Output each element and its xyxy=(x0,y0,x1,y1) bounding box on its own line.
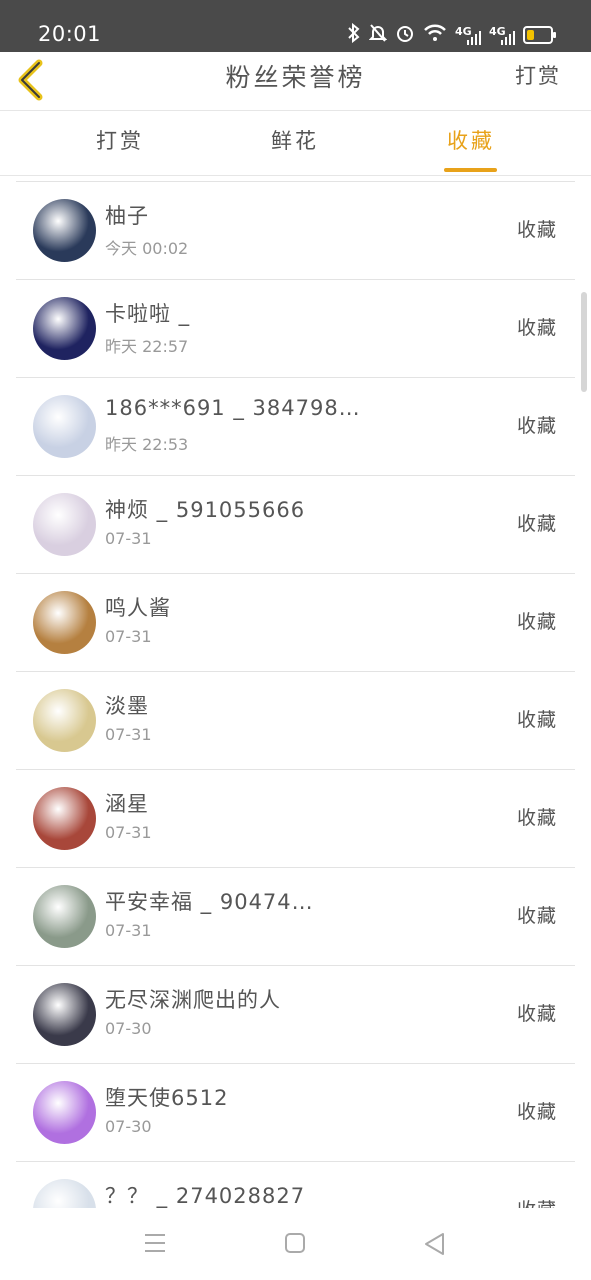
timestamp: 07-31 xyxy=(105,725,152,744)
avatar[interactable] xyxy=(33,591,96,654)
action-label: 收藏 xyxy=(516,611,557,633)
timestamp: 07-31 xyxy=(105,921,152,940)
list-item[interactable]: 鸣人酱 07-31 收藏 xyxy=(16,574,575,672)
timestamp: 昨天 22:57 xyxy=(105,337,189,356)
timestamp: 07-30 xyxy=(105,1019,152,1038)
header: 粉丝荣誉榜 打赏 xyxy=(0,52,591,111)
user-name: 鸣人酱 xyxy=(105,596,171,620)
tip-button[interactable]: 打赏 xyxy=(515,60,561,90)
list-item[interactable]: 卡啦啦 _ 昨天 22:57 收藏 xyxy=(16,280,575,378)
list-item[interactable]: 堕天使6512 07-30 收藏 xyxy=(16,1064,575,1162)
bluetooth-icon xyxy=(347,22,361,47)
avatar[interactable] xyxy=(33,493,96,556)
user-name: 186***691 _ 384798… xyxy=(105,396,361,420)
avatar[interactable] xyxy=(33,787,96,850)
action-label: 收藏 xyxy=(516,807,557,829)
avatar[interactable] xyxy=(33,395,96,458)
4g-signal-icon: 4G xyxy=(489,25,515,45)
status-time: 20:01 xyxy=(38,22,102,46)
avatar[interactable] xyxy=(33,983,96,1046)
system-nav-bar xyxy=(0,1208,591,1280)
fan-list: 柚子 今天 00:02 收藏 卡啦啦 _ 昨天 22:57 收藏 186***691 _ 3… xyxy=(16,181,575,1260)
tab-flowers[interactable]: 鲜花 xyxy=(235,125,355,155)
active-tab-indicator xyxy=(444,168,497,172)
action-label: 收藏 xyxy=(516,1101,557,1123)
page-title: 粉丝荣誉榜 xyxy=(225,63,366,92)
list-item[interactable]: 淡墨 07-31 收藏 xyxy=(16,672,575,770)
wifi-icon xyxy=(423,24,447,46)
action-label: 收藏 xyxy=(516,1003,557,1025)
status-bar: 20:01 4G 4G xyxy=(0,0,591,52)
list-item[interactable]: 平安幸福 _ 90474… 07-31 收藏 xyxy=(16,868,575,966)
list-item[interactable]: 柚子今天 00:02 收藏 xyxy=(16,182,575,280)
user-name: 淡墨 xyxy=(105,694,149,718)
user-name: 无尽深渊爬出的人 xyxy=(105,988,281,1012)
list-item[interactable]: 186***691 _ 384798… 昨天 22:53 收藏 xyxy=(16,378,575,476)
action-label: 收藏 xyxy=(516,415,557,437)
list-item[interactable]: 涵星 07-31 收藏 xyxy=(16,770,575,868)
tab-bar: 打赏 鲜花 收藏 xyxy=(0,111,591,176)
action-label: 收藏 xyxy=(516,219,557,241)
user-name: 堕天使6512 xyxy=(105,1086,229,1110)
avatar[interactable] xyxy=(33,885,96,948)
user-name: ？？ _ 274028827 xyxy=(105,1184,306,1208)
user-name: 柚子 xyxy=(105,204,149,228)
back-icon[interactable] xyxy=(423,1232,449,1256)
timestamp: 07-31 xyxy=(105,627,152,646)
4g-signal-icon: 4G xyxy=(455,25,481,45)
home-icon[interactable] xyxy=(284,1232,310,1256)
battery-icon xyxy=(523,26,556,44)
mute-icon xyxy=(368,23,388,47)
scrollbar[interactable] xyxy=(581,292,587,392)
timestamp: 今天 00:02 xyxy=(105,239,189,258)
user-name: 平安幸福 _ 90474… xyxy=(105,890,314,914)
tab-favorites[interactable]: 收藏 xyxy=(411,125,531,155)
avatar[interactable] xyxy=(33,199,96,262)
tab-tips[interactable]: 打赏 xyxy=(60,125,180,155)
timestamp: 昨天 22:53 xyxy=(105,435,189,454)
avatar[interactable] xyxy=(33,689,96,752)
timestamp: 07-30 xyxy=(105,1117,152,1136)
user-name: 神烦 _ 591055666 xyxy=(105,498,306,522)
list-item[interactable]: 无尽深渊爬出的人 07-30 收藏 xyxy=(16,966,575,1064)
alarm-icon xyxy=(395,23,415,47)
avatar[interactable] xyxy=(33,297,96,360)
action-label: 收藏 xyxy=(516,905,557,927)
user-name: 涵星 xyxy=(105,792,149,816)
menu-icon[interactable] xyxy=(143,1232,169,1256)
avatar[interactable] xyxy=(33,1081,96,1144)
action-label: 收藏 xyxy=(516,317,557,339)
timestamp: 07-31 xyxy=(105,529,152,548)
status-icons: 4G 4G xyxy=(347,22,556,48)
action-label: 收藏 xyxy=(516,513,557,535)
timestamp: 07-31 xyxy=(105,823,152,842)
user-name: 卡啦啦 _ xyxy=(105,302,191,326)
list-item[interactable]: 神烦 _ 591055666 07-31 收藏 xyxy=(16,476,575,574)
action-label: 收藏 xyxy=(516,709,557,731)
